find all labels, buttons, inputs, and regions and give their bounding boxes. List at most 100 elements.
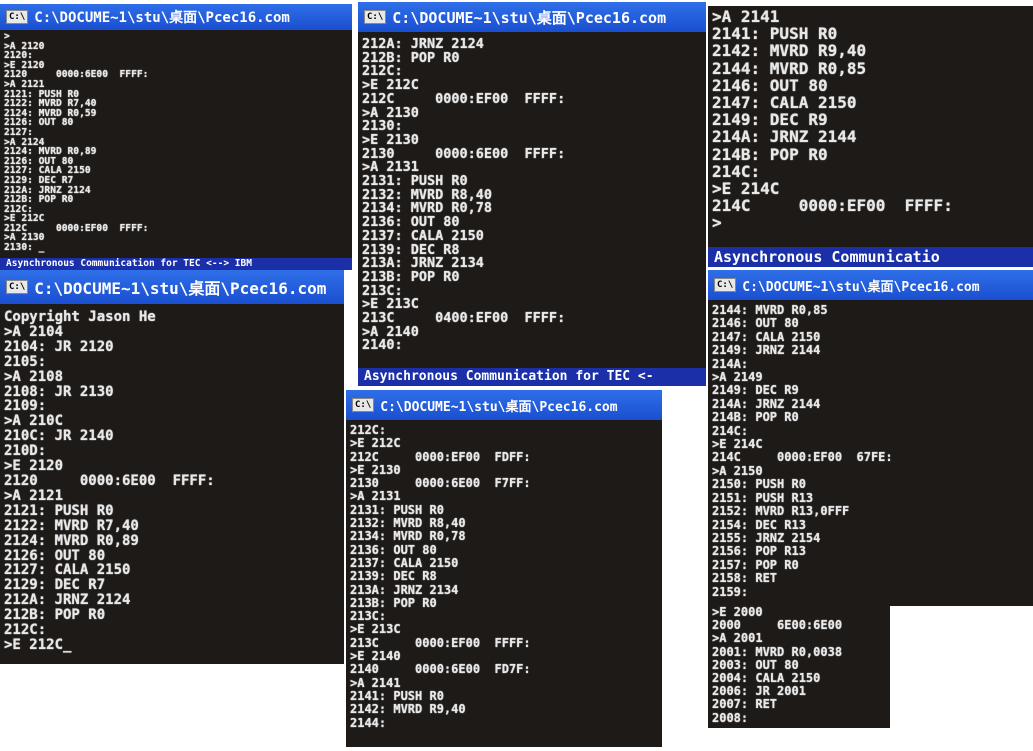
line: 2155: JRNZ 2154 bbox=[712, 530, 821, 545]
line: 210D: bbox=[4, 443, 47, 460]
console-app-icon[interactable]: C:\ bbox=[364, 10, 387, 24]
line: 2154: DEC R13 bbox=[712, 517, 806, 532]
line: 2001: MVRD R0,0038 bbox=[712, 644, 843, 659]
console-app-icon[interactable]: C:\ bbox=[6, 280, 29, 294]
line: 2149: DEC R9 bbox=[712, 110, 828, 130]
line: 2129: DEC R7 bbox=[4, 577, 106, 594]
line: 2127: CALA 2150 bbox=[4, 562, 131, 579]
console-window-2[interactable]: C:\ C:\DOCUME~1\stu\桌面\Pcec16.com 212A: … bbox=[358, 2, 706, 386]
line: 2004: CALA 2150 bbox=[712, 671, 821, 686]
line: 2149: DEC R9 bbox=[712, 383, 799, 398]
line: 2008: bbox=[712, 710, 749, 725]
line: 213C: bbox=[350, 609, 387, 624]
title-bar[interactable]: C:\ C:\DOCUME~1\stu\桌面\Pcec16.com bbox=[708, 270, 1033, 300]
status-bar: Asynchronous Communicatio bbox=[708, 247, 1033, 267]
line: 2136: OUT 80 bbox=[350, 542, 437, 557]
status-bar: Asynchronous Communication for TEC <--> … bbox=[0, 258, 352, 270]
line: 212B: POP R0 bbox=[4, 607, 106, 624]
status-bar: Asynchronous Communication for TEC <- bbox=[358, 368, 706, 386]
line: 2141: PUSH R0 bbox=[350, 688, 444, 703]
console-window-4[interactable]: C:\ C:\DOCUME~1\stu\桌面\Pcec16.com Copyri… bbox=[0, 270, 344, 664]
line: 212A: JRNZ 2124 bbox=[4, 592, 131, 609]
line: 2006: JR 2001 bbox=[712, 684, 806, 699]
line: > bbox=[712, 213, 722, 233]
line: 2120 0000:6E00 FFFF: bbox=[4, 472, 215, 489]
line: 214B: POP R0 bbox=[712, 144, 828, 164]
window-title: C:\DOCUME~1\stu\桌面\Pcec16.com bbox=[742, 279, 980, 295]
line: 2144: MVRD R0,85 bbox=[712, 58, 867, 78]
console-window-1[interactable]: C:\ C:\DOCUME~1\stu\桌面\Pcec16.com > >A 2… bbox=[0, 4, 352, 270]
line: 2144: bbox=[350, 715, 387, 730]
window-title: C:\DOCUME~1\stu\桌面\Pcec16.com bbox=[34, 10, 290, 26]
line: 2122: MVRD R7,40 bbox=[4, 517, 139, 534]
line: 2124: MVRD R0,89 bbox=[4, 532, 139, 549]
line: 2007: RET bbox=[712, 697, 778, 712]
line: 2147: CALA 2150 bbox=[712, 93, 857, 113]
line: 2000 6E00:6E00 bbox=[712, 618, 843, 633]
line: 2137: CALA 2150 bbox=[350, 555, 459, 570]
line: 214C: bbox=[712, 161, 761, 181]
line: 213A: JRNZ 2134 bbox=[350, 582, 459, 597]
line: 2109: bbox=[4, 398, 47, 415]
line: >E 214C bbox=[712, 437, 763, 452]
console-window-6[interactable]: C:\ C:\DOCUME~1\stu\桌面\Pcec16.com 2144: … bbox=[708, 270, 1033, 606]
line: 214A: JRNZ 2144 bbox=[712, 127, 857, 147]
line: 2147: CALA 2150 bbox=[712, 329, 821, 344]
line: 2105: bbox=[4, 353, 47, 370]
line: 214B: POP R0 bbox=[712, 410, 799, 425]
line: 2157: POP R0 bbox=[712, 557, 799, 572]
title-bar[interactable]: C:\ C:\DOCUME~1\stu\桌面\Pcec16.com bbox=[346, 390, 662, 420]
line: 2156: POP R13 bbox=[712, 544, 806, 559]
terminal-output[interactable]: 2144: MVRD R0,85 2146: OUT 80 2147: CALA… bbox=[712, 303, 1031, 599]
line: 2139: DEC R8 bbox=[350, 569, 437, 584]
terminal-output[interactable]: 212C: >E 212C 212C 0000:EF00 FDFF: >E 21… bbox=[350, 423, 660, 730]
terminal-output[interactable]: > >A 2120 2120: >E 2120 2120 0000:6E00 F… bbox=[4, 32, 350, 253]
line: 2104: JR 2120 bbox=[4, 338, 114, 355]
line: >A 2141 bbox=[350, 675, 401, 690]
line: 2158: RET bbox=[712, 571, 778, 586]
line: 2152: MVRD R13,0FFF bbox=[712, 504, 850, 519]
terminal-output[interactable]: >A 2141 2141: PUSH R0 2142: MVRD R9,40 2… bbox=[712, 8, 1031, 232]
line: 2134: MVRD R0,78 bbox=[350, 529, 466, 544]
line: >E 2130 bbox=[350, 462, 401, 477]
line: 2142: MVRD R9,40 bbox=[712, 41, 867, 61]
terminal-output[interactable]: 212A: JRNZ 2124 212B: POP R0 212C: >E 21… bbox=[362, 37, 704, 354]
line: 2130 0000:6E00 F7FF: bbox=[350, 476, 531, 491]
console-app-icon[interactable]: C:\ bbox=[6, 10, 29, 24]
line: 214A: bbox=[712, 356, 749, 371]
line: >E 213C bbox=[350, 622, 401, 637]
line: 2149: JRNZ 2144 bbox=[712, 343, 821, 358]
line: 2146: OUT 80 bbox=[712, 75, 828, 95]
title-bar[interactable]: C:\ C:\DOCUME~1\stu\桌面\Pcec16.com bbox=[0, 4, 352, 30]
line: 2151: PUSH R13 bbox=[712, 490, 814, 505]
line: >A 2104 bbox=[4, 323, 64, 340]
line: 2140: bbox=[362, 337, 403, 354]
terminal-output[interactable]: >E 2000 2000 6E00:6E00 >A 2001 2001: MVR… bbox=[712, 606, 888, 725]
line: 2159: bbox=[712, 584, 749, 599]
title-bar[interactable]: C:\ C:\DOCUME~1\stu\桌面\Pcec16.com bbox=[358, 2, 706, 32]
line: >E 2120 bbox=[4, 458, 64, 475]
console-window-3[interactable]: >A 2141 2141: PUSH R0 2142: MVRD R9,40 2… bbox=[708, 6, 1033, 267]
line: 2150: PUSH R0 bbox=[712, 477, 806, 492]
console-window-7[interactable]: >E 2000 2000 6E00:6E00 >A 2001 2001: MVR… bbox=[708, 606, 890, 728]
line: >A 210C bbox=[4, 413, 64, 430]
line: >A 2001 bbox=[712, 631, 763, 646]
window-title: C:\DOCUME~1\stu\桌面\Pcec16.com bbox=[380, 399, 618, 415]
line: 2142: MVRD R9,40 bbox=[350, 702, 466, 717]
console-app-icon[interactable]: C:\ bbox=[714, 278, 737, 292]
console-app-icon[interactable]: C:\ bbox=[352, 398, 375, 412]
line: 212C: bbox=[350, 423, 387, 437]
line: >E 2000 bbox=[712, 606, 763, 619]
terminal-output[interactable]: Copyright Jason He >A 2104 2104: JR 2120… bbox=[4, 310, 342, 653]
title-bar[interactable]: C:\ C:\DOCUME~1\stu\桌面\Pcec16.com bbox=[0, 270, 344, 304]
line: >E 212C bbox=[350, 436, 401, 451]
line: >A 2131 bbox=[350, 489, 401, 504]
line: 2126: OUT 80 bbox=[4, 547, 106, 564]
line: 2121: PUSH R0 bbox=[4, 502, 114, 519]
line: 2146: OUT 80 bbox=[712, 316, 799, 331]
console-window-5[interactable]: C:\ C:\DOCUME~1\stu\桌面\Pcec16.com 212C: … bbox=[346, 390, 662, 747]
line: >A 2149 bbox=[712, 370, 763, 385]
line: 214A: JRNZ 2144 bbox=[712, 396, 821, 411]
line: Copyright Jason He bbox=[4, 309, 156, 325]
line: >A 2121 bbox=[4, 487, 64, 504]
